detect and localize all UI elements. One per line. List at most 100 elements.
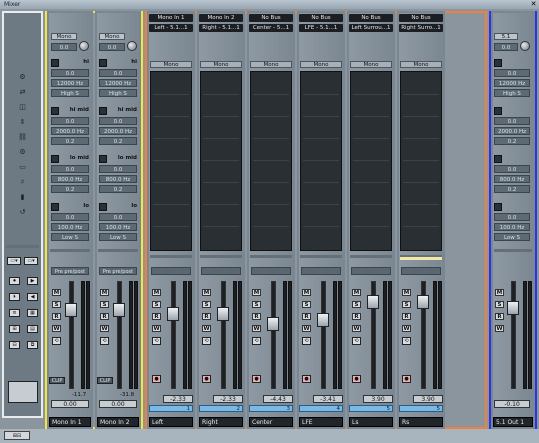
eq-q-value[interactable]: 0.2	[51, 185, 89, 193]
eq-frequency-value[interactable]: 800.0 Hz	[51, 175, 89, 183]
write-button[interactable]: W	[402, 325, 411, 332]
eq-q-value[interactable]: 0.2	[99, 185, 137, 193]
eq-q-value[interactable]: Low S	[99, 233, 137, 241]
eq-band-enable-button[interactable]	[51, 107, 59, 115]
view-select-button[interactable]: ▭▾	[7, 257, 21, 265]
view-icon[interactable]: ◫	[17, 103, 28, 112]
fx-icon[interactable]: ♯	[17, 178, 28, 187]
eq-q-value[interactable]: 0.2	[99, 137, 137, 145]
volume-fader-track[interactable]	[221, 281, 226, 389]
eq-band-enable-button[interactable]	[494, 155, 502, 163]
volume-fader-track[interactable]	[511, 281, 516, 389]
eq-q-value[interactable]: High S	[494, 89, 530, 97]
write-button[interactable]: W	[495, 325, 504, 332]
mute-button[interactable]: M	[52, 289, 61, 296]
monitor-button[interactable]: ⟲	[402, 337, 411, 345]
reset-icon[interactable]: ↺	[17, 208, 28, 217]
pan-mode-label[interactable]: Mono	[350, 61, 392, 68]
pan-value[interactable]: 0.0	[51, 43, 77, 51]
eq-q-value[interactable]: 0.2	[51, 137, 89, 145]
channel-name[interactable]: Right	[199, 417, 243, 427]
write-button[interactable]: W	[202, 325, 211, 332]
common-button-1[interactable]: ▶	[27, 277, 38, 285]
eq-gain-value[interactable]: 0.0	[99, 165, 137, 173]
pan-mode-label[interactable]: Mono	[400, 61, 442, 68]
solo-button[interactable]: S	[352, 301, 361, 308]
volume-fader-knob[interactable]	[113, 303, 125, 317]
mute-button[interactable]: M	[252, 289, 261, 296]
eq-band-enable-button[interactable]	[494, 107, 502, 115]
pan-mode-label[interactable]: Mono	[150, 61, 192, 68]
pan-mode-label[interactable]: Mono	[200, 61, 242, 68]
write-button[interactable]: W	[302, 325, 311, 332]
eq-gain-value[interactable]: 0.0	[494, 165, 530, 173]
output-route-button[interactable]: Right Surro...1	[399, 24, 443, 32]
eq-frequency-value[interactable]: 12000 Hz	[494, 79, 530, 87]
channel-name[interactable]: Mono In 1	[49, 417, 91, 427]
volume-value[interactable]: 3.90	[363, 395, 393, 403]
volume-fader-knob[interactable]	[417, 295, 429, 309]
eq-gain-value[interactable]: 0.0	[494, 69, 530, 77]
eq-band-enable-button[interactable]	[99, 59, 107, 67]
output-route-button[interactable]: Center - 5...1	[249, 24, 293, 32]
eq-frequency-value[interactable]: 2000.0 Hz	[99, 127, 137, 135]
mute-button[interactable]: M	[152, 289, 161, 296]
channel-name[interactable]: Left	[149, 417, 193, 427]
eq-q-value[interactable]: Low S	[494, 233, 530, 241]
mute-button[interactable]: M	[100, 289, 109, 296]
input-route-button[interactable]: No Bus	[349, 14, 393, 22]
eq-band-enable-button[interactable]	[99, 155, 107, 163]
channel-name[interactable]: 5.1 Out 1	[493, 417, 533, 427]
write-button[interactable]: W	[252, 325, 261, 332]
input-route-button[interactable]: No Bus	[299, 14, 343, 22]
volume-fader-knob[interactable]	[65, 303, 77, 317]
read-button[interactable]: R	[100, 313, 109, 320]
channel-name[interactable]: LFE	[299, 417, 343, 427]
solo-button[interactable]: S	[202, 301, 211, 308]
eq-q-value[interactable]: High S	[51, 89, 89, 97]
volume-fader-knob[interactable]	[217, 307, 229, 321]
pan-value[interactable]: 0.0	[99, 43, 125, 51]
record-enable-button[interactable]: ●	[352, 375, 361, 383]
eq-q-value[interactable]: 0.2	[494, 185, 530, 193]
volume-value[interactable]: -4.43	[263, 395, 293, 403]
pan-mode-label[interactable]: Mono	[300, 61, 342, 68]
read-button[interactable]: R	[252, 313, 261, 320]
common-button-2[interactable]: ⏵	[9, 293, 20, 301]
settings-icon[interactable]: ⚙	[17, 148, 28, 157]
output-route-button[interactable]: 5.1	[494, 33, 518, 40]
link-icon[interactable]: ⛓	[17, 133, 28, 142]
write-button[interactable]: W	[100, 325, 109, 332]
mute-button[interactable]: M	[352, 289, 361, 296]
write-button[interactable]: W	[52, 325, 61, 332]
common-button-8[interactable]: ⊟	[9, 341, 20, 349]
volume-fader-knob[interactable]	[507, 301, 519, 315]
record-enable-button[interactable]: ●	[252, 375, 261, 383]
input-route-button[interactable]: No Bus	[249, 14, 293, 22]
eq-band-enable-button[interactable]	[51, 155, 59, 163]
volume-fader-track[interactable]	[171, 281, 176, 389]
solo-button[interactable]: S	[402, 301, 411, 308]
monitor-button[interactable]: ⟲	[202, 337, 211, 345]
solo-button[interactable]: S	[252, 301, 261, 308]
output-route-button[interactable]: Right - 5.1...1	[199, 24, 243, 32]
common-button-0[interactable]: ⏺	[9, 277, 20, 285]
eq-band-enable-button[interactable]	[494, 59, 502, 67]
channel-name[interactable]: Mono In 2	[97, 417, 139, 427]
mute-button[interactable]: M	[402, 289, 411, 296]
volume-value[interactable]: -0.10	[494, 400, 530, 408]
eq-frequency-value[interactable]: 800.0 Hz	[494, 175, 530, 183]
write-button[interactable]: W	[352, 325, 361, 332]
eq-frequency-value[interactable]: 100.0 Hz	[51, 223, 89, 231]
clip-indicator[interactable]: CLIP	[49, 377, 65, 384]
volume-fader-track[interactable]	[271, 281, 276, 389]
view-select-button-2[interactable]: ▭▾	[24, 257, 38, 265]
expand-icon[interactable]: ⇕	[17, 118, 28, 127]
eq-frequency-value[interactable]: 12000 Hz	[51, 79, 89, 87]
read-button[interactable]: R	[202, 313, 211, 320]
eq-q-value[interactable]: High S	[99, 89, 137, 97]
read-button[interactable]: R	[352, 313, 361, 320]
volume-fader-track[interactable]	[117, 281, 122, 389]
common-button-7[interactable]: ▤	[27, 325, 38, 333]
channel-name[interactable]: Center	[249, 417, 293, 427]
